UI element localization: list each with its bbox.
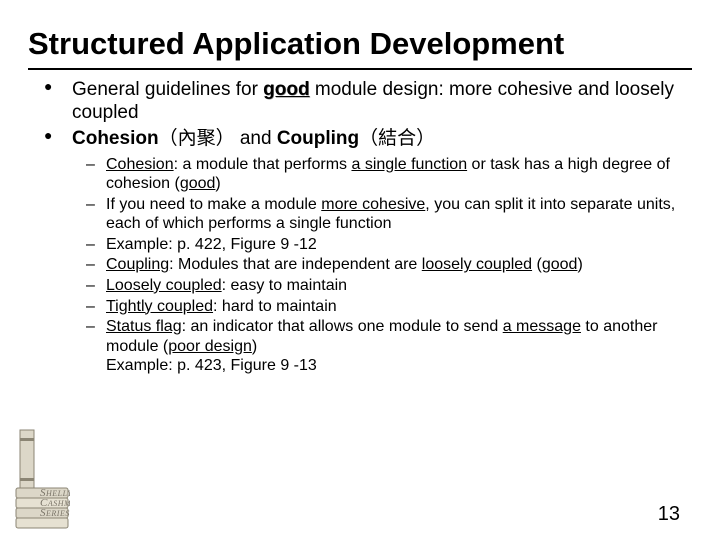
t: )	[252, 338, 257, 355]
slide: Structured Application Development Gener…	[0, 0, 720, 540]
u: good	[180, 175, 216, 192]
page-number: 13	[658, 503, 680, 526]
logo-line3: Series	[40, 507, 70, 519]
u: Coupling	[106, 256, 169, 273]
text: General guidelines for	[72, 79, 263, 100]
u: more cohesive	[321, 196, 425, 213]
t: If you need to make a module	[106, 196, 321, 213]
book-stack-icon: Shelly Cashman Series	[14, 420, 70, 530]
sub-5: Loosely coupled: easy to maintain	[106, 276, 692, 296]
t: : Modules that are independent are	[169, 256, 422, 273]
t: (	[532, 256, 542, 273]
sub-1: Cohesion: a module that performs a singl…	[106, 155, 692, 194]
sub-3: Example: p. 422, Figure 9 -12	[106, 235, 692, 255]
sub-2: If you need to make a module more cohesi…	[106, 195, 692, 234]
t: : a module that performs	[174, 156, 352, 173]
term-coupling: Coupling	[277, 128, 359, 149]
t: : hard to maintain	[213, 298, 337, 315]
u: Tightly coupled	[106, 298, 213, 315]
sub-7: Status flag: an indicator that allows on…	[106, 317, 692, 376]
t: : an indicator that allows one module to…	[182, 318, 503, 335]
t: : easy to maintain	[222, 277, 347, 294]
sub-6: Tightly coupled: hard to maintain	[106, 297, 692, 317]
u: good	[542, 256, 578, 273]
slide-title: Structured Application Development	[28, 26, 692, 62]
bullet-2: Cohesion（內聚） and Coupling（結合） Cohesion: …	[72, 127, 692, 375]
text: （結合）	[359, 128, 435, 149]
text: （內聚） and	[159, 128, 277, 149]
u: Status flag	[106, 318, 182, 335]
u: loosely coupled	[422, 256, 532, 273]
t: )	[215, 175, 220, 192]
t: )	[577, 256, 582, 273]
main-bullet-list: General guidelines for good module desig…	[28, 78, 692, 376]
u: Loosely coupled	[106, 277, 222, 294]
sub-bullet-list: Cohesion: a module that performs a singl…	[72, 155, 692, 376]
sub-4: Coupling: Modules that are independent a…	[106, 255, 692, 275]
emph-good: good	[263, 79, 309, 100]
title-rule	[28, 68, 692, 70]
t: Example: p. 423, Figure 9 -13	[106, 357, 317, 374]
bullet-1: General guidelines for good module desig…	[72, 78, 692, 126]
term-cohesion: Cohesion	[72, 128, 159, 149]
u: poor design	[168, 338, 252, 355]
u: Cohesion	[106, 156, 174, 173]
u: a single function	[351, 156, 467, 173]
publisher-logo: Shelly Cashman Series	[14, 420, 70, 530]
u: a message	[503, 318, 581, 335]
